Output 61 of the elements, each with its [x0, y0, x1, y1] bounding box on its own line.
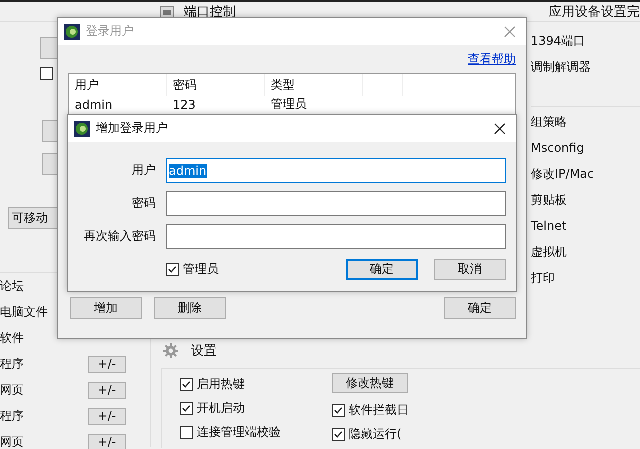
- change-hotkey-button[interactable]: 修改热键: [332, 373, 408, 393]
- table-cell-text: admin: [74, 96, 114, 113]
- window-title: 增加登录用户: [96, 120, 168, 137]
- table-cell-text: 管理员: [270, 96, 308, 113]
- option-label: 打印: [531, 270, 556, 287]
- checkbox[interactable]: [332, 428, 345, 440]
- table-cell-text: 123: [172, 96, 197, 113]
- column-header[interactable]: 密码: [167, 74, 265, 96]
- option-label: 剪贴板: [531, 192, 568, 209]
- field-label: 再次输入密码: [83, 228, 157, 245]
- option-label: Telnet: [531, 218, 568, 235]
- checkbox-label: 启用热键: [197, 376, 245, 392]
- input-field[interactable]: [166, 224, 506, 249]
- toggle-button[interactable]: +/-: [88, 382, 126, 398]
- delete-button[interactable]: 删除: [154, 297, 226, 319]
- field-label: 密码: [131, 195, 157, 212]
- column-header[interactable]: 用户: [69, 74, 167, 96]
- window-title: 登录用户: [86, 23, 134, 40]
- checkbox-label: 开机启动: [197, 400, 245, 416]
- checkbox-label: 连接管理端校验: [197, 424, 281, 440]
- section-title: 端口控制: [184, 4, 236, 20]
- list-item[interactable]: 电脑文件: [0, 304, 48, 320]
- ok-button[interactable]: 确定: [346, 259, 418, 280]
- checkbox-label: 管理员: [183, 261, 219, 278]
- checkbox[interactable]: [166, 263, 179, 276]
- list-item[interactable]: 程序: [0, 408, 24, 424]
- status-text: 应用设备设置完: [549, 4, 640, 20]
- app-logo-icon: [64, 24, 80, 40]
- column-header[interactable]: 类型: [265, 74, 363, 96]
- list-item[interactable]: 网页: [0, 382, 24, 398]
- toggle-button[interactable]: +/-: [88, 356, 126, 372]
- field-label: 用户: [131, 162, 157, 179]
- checkbox[interactable]: [180, 378, 193, 390]
- checkbox-label: 软件拦截日: [349, 402, 409, 418]
- help-link[interactable]: 查看帮助: [468, 50, 516, 68]
- list-item[interactable]: 程序: [0, 356, 24, 372]
- settings-icon: [163, 343, 179, 359]
- add-button[interactable]: 增加: [70, 297, 142, 319]
- option-label: 1394端口: [531, 33, 587, 50]
- toggle-button[interactable]: +/-: [88, 408, 126, 424]
- input-field[interactable]: [166, 191, 506, 216]
- option-label: 组策略: [531, 114, 568, 131]
- input-field[interactable]: admin: [166, 158, 506, 183]
- toggle-button[interactable]: +/-: [88, 434, 126, 449]
- option-label: 调制解调器: [531, 59, 592, 76]
- checkbox[interactable]: [180, 402, 193, 414]
- list-item[interactable]: 网页: [0, 434, 24, 449]
- checkbox[interactable]: [40, 67, 53, 80]
- checkbox[interactable]: [332, 404, 345, 416]
- section-title: 设置: [191, 343, 217, 360]
- checkbox-label: 隐藏运行(: [349, 426, 402, 442]
- ok-button[interactable]: 确定: [444, 297, 516, 319]
- checkbox[interactable]: [180, 426, 193, 438]
- list-item[interactable]: 软件: [0, 330, 24, 346]
- close-icon[interactable]: [494, 122, 506, 134]
- cancel-button[interactable]: 取消: [434, 259, 506, 280]
- option-label: Msconfig: [531, 140, 586, 157]
- app-logo-icon: [74, 120, 90, 136]
- list-item[interactable]: 论坛: [0, 278, 24, 294]
- option-label: 虚拟机: [531, 244, 568, 261]
- option-label: 修改IP/Mac: [531, 166, 596, 183]
